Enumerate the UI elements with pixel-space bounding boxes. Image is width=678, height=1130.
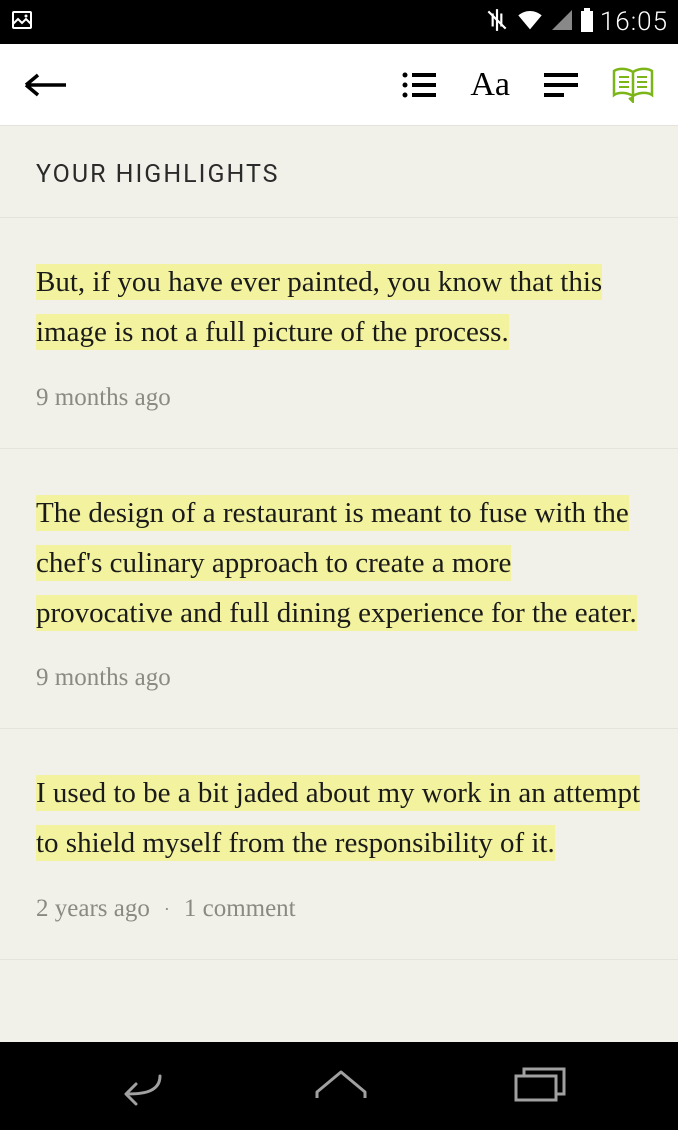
app-bar: Aa xyxy=(0,44,678,126)
highlight-meta: 2 years ago · 1 comment xyxy=(36,895,642,923)
nav-recent-button[interactable] xyxy=(512,1064,568,1109)
content-area[interactable]: YOUR HIGHLIGHTS But, if you have ever pa… xyxy=(0,126,678,1042)
vibrate-icon xyxy=(484,7,510,38)
highlight-time: 2 years ago xyxy=(36,895,150,923)
wifi-icon xyxy=(516,8,544,37)
status-time: 16:05 xyxy=(600,7,668,37)
back-button[interactable] xyxy=(24,73,68,97)
highlight-text: The design of a restaurant is meant to f… xyxy=(36,489,642,639)
font-settings-button[interactable]: Aa xyxy=(470,66,510,104)
navigation-bar xyxy=(0,1042,678,1130)
image-indicator-icon xyxy=(10,8,34,37)
signal-icon xyxy=(550,8,574,37)
highlight-item[interactable]: I used to be a bit jaded about my work i… xyxy=(0,729,678,960)
battery-icon xyxy=(580,8,594,37)
highlight-time: 9 months ago xyxy=(36,384,171,412)
section-header: YOUR HIGHLIGHTS xyxy=(0,126,678,218)
book-icon[interactable] xyxy=(612,67,654,103)
section-title: YOUR HIGHLIGHTS xyxy=(36,160,642,189)
toc-icon[interactable] xyxy=(402,71,436,99)
nav-back-button[interactable] xyxy=(110,1062,170,1111)
highlight-comments: 1 comment xyxy=(184,895,296,923)
highlight-item[interactable]: The design of a restaurant is meant to f… xyxy=(0,449,678,730)
highlight-item[interactable]: But, if you have ever painted, you know … xyxy=(0,218,678,449)
reading-settings-icon[interactable] xyxy=(544,71,578,99)
highlight-time: 9 months ago xyxy=(36,664,171,692)
highlight-meta: 9 months ago xyxy=(36,664,642,692)
highlight-text: But, if you have ever painted, you know … xyxy=(36,258,642,358)
status-bar: 16:05 xyxy=(0,0,678,44)
highlight-text: I used to be a bit jaded about my work i… xyxy=(36,769,642,869)
meta-separator: · xyxy=(164,899,170,920)
nav-home-button[interactable] xyxy=(311,1064,371,1109)
highlight-meta: 9 months ago xyxy=(36,384,642,412)
